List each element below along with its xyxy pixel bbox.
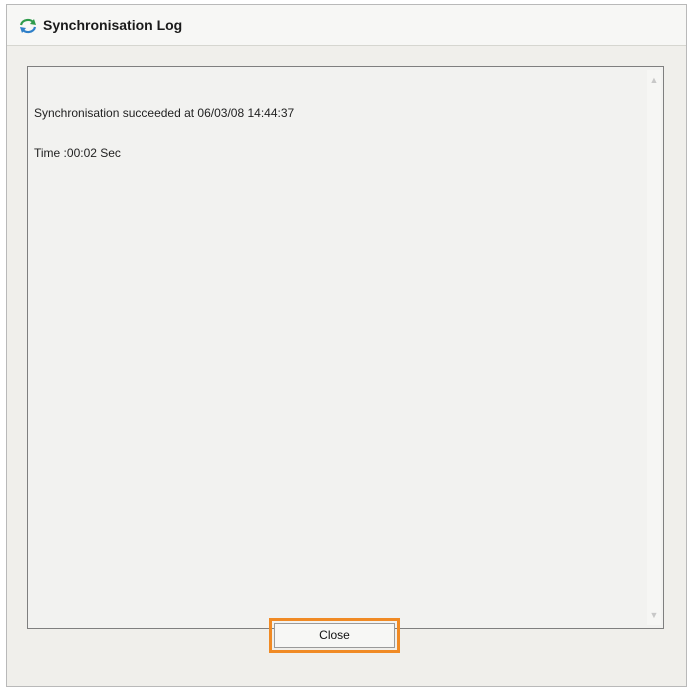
log-textarea[interactable]: Synchronisation succeeded at 06/03/08 14… <box>27 66 664 629</box>
scroll-down-arrow-icon[interactable]: ▼ <box>648 609 660 621</box>
close-button[interactable]: Close <box>274 623 395 648</box>
log-line-status: Synchronisation succeeded at 06/03/08 14… <box>34 106 295 120</box>
vertical-scrollbar[interactable]: ▲ ▼ <box>647 70 661 625</box>
close-button-focus-highlight: Close <box>269 618 400 653</box>
log-line-time: Time :00:02 Sec <box>34 146 121 160</box>
log-content: Synchronisation succeeded at 06/03/08 14… <box>34 105 634 185</box>
title-bar: Synchronisation Log <box>7 5 686 46</box>
window-title: Synchronisation Log <box>43 17 183 33</box>
scroll-up-arrow-icon[interactable]: ▲ <box>648 74 660 86</box>
sync-icon <box>19 18 37 34</box>
sync-log-dialog: Synchronisation Log Synchronisation succ… <box>6 4 687 687</box>
